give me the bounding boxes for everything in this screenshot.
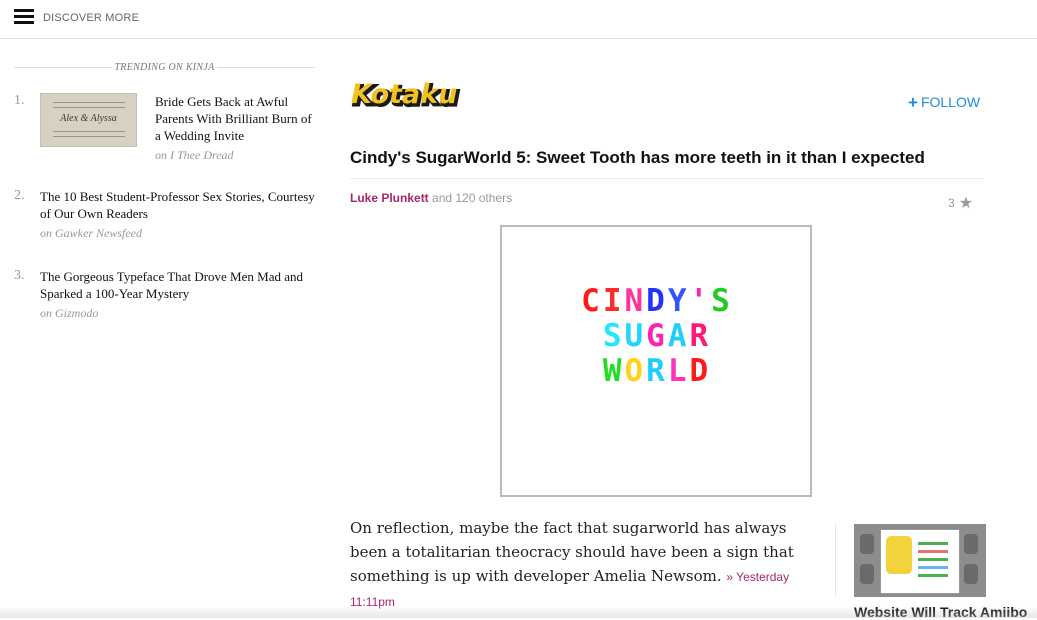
trending-number: 1. — [14, 93, 25, 108]
logo-text: Kotaku — [351, 79, 457, 109]
follow-button[interactable]: + FOLLOW — [908, 92, 980, 112]
trending-headline[interactable]: Bride Gets Back at Awful Parents With Br… — [155, 93, 315, 144]
trending-headline[interactable]: The 10 Best Student-Professor Sex Storie… — [40, 188, 315, 222]
star-count-value: 3 — [948, 196, 955, 210]
divider — [835, 524, 836, 596]
star-icon: ★ — [958, 195, 974, 212]
trending-item-1[interactable]: 1. Alex & Alyssa Bride Gets Back at Awfu… — [14, 93, 315, 168]
article-title[interactable]: Cindy's SugarWorld 5: Sweet Tooth has mo… — [350, 148, 980, 168]
divider — [350, 178, 984, 179]
trending-source[interactable]: on I Thee Dread — [155, 148, 234, 163]
trending-number: 2. — [14, 188, 25, 203]
related-thumbnail[interactable] — [854, 524, 986, 597]
article-image[interactable]: CINDY'S SUGAR WORLD — [500, 225, 812, 497]
menu-icon[interactable] — [14, 9, 34, 25]
kotaku-logo[interactable]: Kotaku Kotaku — [350, 79, 482, 109]
trending-item-3[interactable]: 3. The Gorgeous Typeface That Drove Men … — [14, 268, 315, 320]
pixel-line-2: SUGAR — [602, 318, 712, 354]
discover-more-link[interactable]: DISCOVER MORE — [43, 12, 139, 24]
trending-item-2[interactable]: 2. The 10 Best Student-Professor Sex Sto… — [14, 188, 315, 240]
trending-thumbnail[interactable]: Alex & Alyssa — [40, 93, 137, 147]
author-link[interactable]: Luke Plunkett — [350, 191, 429, 205]
pixel-line-1: CINDY'S — [581, 283, 733, 319]
plus-icon: + — [908, 93, 918, 112]
trending-source[interactable]: on Gizmodo — [40, 306, 98, 321]
follow-label: FOLLOW — [920, 94, 981, 110]
pixel-line-3: WORLD — [602, 353, 712, 389]
trending-heading: TRENDING ON KINJA — [14, 58, 315, 78]
trending-headline[interactable]: The Gorgeous Typeface That Drove Men Mad… — [40, 268, 315, 302]
byline: Luke Plunkett and 120 others — [350, 191, 512, 205]
trending-number: 3. — [14, 268, 25, 283]
thumbnail-text: Alex & Alyssa — [60, 113, 117, 124]
trending-sidebar: TRENDING ON KINJA 1. Alex & Alyssa Bride… — [14, 58, 315, 320]
trending-source[interactable]: on Gawker Newsfeed — [40, 226, 142, 241]
top-bar: DISCOVER MORE — [0, 0, 1037, 39]
others-text[interactable]: and 120 others — [432, 191, 512, 205]
pixel-art-title: CINDY'S SUGAR WORLD — [562, 284, 752, 408]
article-excerpt: On reflection, maybe the fact that sugar… — [350, 516, 820, 614]
star-count[interactable]: 3 ★ — [948, 192, 973, 212]
